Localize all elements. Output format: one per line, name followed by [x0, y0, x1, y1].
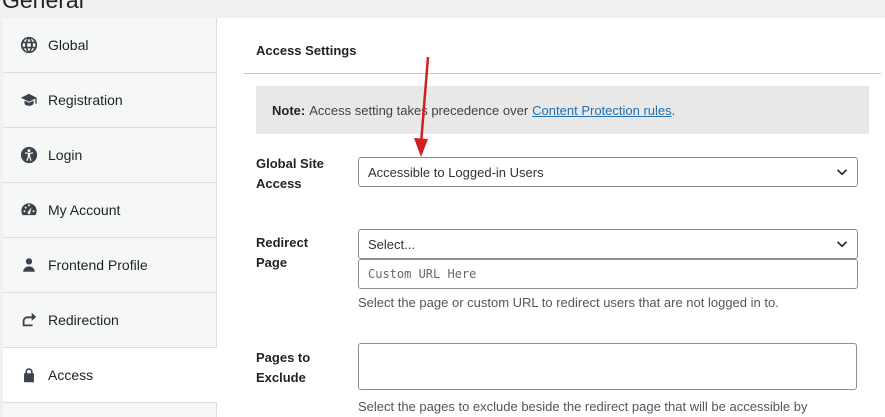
pages-to-exclude-label: Pages to Exclude: [256, 350, 311, 385]
pages-to-exclude-select[interactable]: [358, 343, 857, 390]
notice-text: Access setting takes precedence over: [309, 102, 529, 118]
sidebar-item-label: Redirection: [48, 312, 119, 328]
sidebar-item-label: My Account: [48, 202, 121, 218]
globe-icon: [19, 35, 39, 55]
person-icon: [19, 145, 39, 165]
sidebar-item-login[interactable]: Login: [3, 128, 216, 183]
settings-content: Access Settings Note: Access setting tak…: [217, 18, 885, 417]
redirect-page-label: Redirect Page: [256, 235, 309, 270]
lock-icon: [19, 365, 39, 385]
sidebar-item-redirection[interactable]: Redirection: [3, 293, 216, 348]
user-icon: [19, 255, 39, 275]
notice-label: Note:: [272, 102, 306, 118]
dashboard-icon: [19, 200, 39, 220]
content-protection-link[interactable]: Content Protection rules: [532, 103, 671, 118]
chevron-down-icon: [836, 238, 848, 250]
section-divider: [244, 73, 881, 74]
custom-url-input[interactable]: Custom URL Here: [358, 259, 858, 289]
sidebar-item-frontend-profile[interactable]: Frontend Profile: [3, 238, 216, 293]
redirect-page-select[interactable]: Select...: [358, 229, 858, 259]
global-site-access-value: Accessible to Logged-in Users: [368, 164, 544, 180]
sidebar-item-label: Registration: [48, 92, 123, 108]
sidebar-item-label: Global: [48, 37, 89, 53]
access-notice: Note: Access setting takes precedence ov…: [256, 86, 869, 134]
sidebar-item-label: Login: [48, 147, 83, 163]
settings-sidebar: Global Registration Login My Account Fro…: [3, 18, 217, 417]
chevron-down-icon: [836, 166, 848, 178]
global-site-access-select[interactable]: Accessible to Logged-in Users: [358, 157, 858, 187]
redirect-page-description: Select the page or custom URL to redirec…: [358, 295, 779, 310]
redirect-page-value: Select...: [368, 236, 415, 252]
sidebar-item-my-account[interactable]: My Account: [3, 183, 216, 238]
sidebar-item-global[interactable]: Global: [3, 18, 216, 73]
global-site-access-label: Global Site Access: [256, 156, 324, 191]
pages-to-exclude-description: Select the pages to exclude beside the r…: [358, 399, 808, 414]
sidebar-item-label: Frontend Profile: [48, 257, 148, 273]
sidebar-item-access[interactable]: Access: [3, 348, 217, 403]
notice-end: .: [671, 102, 676, 118]
custom-url-placeholder: Custom URL Here: [368, 267, 477, 281]
graduation-cap-icon: [19, 90, 39, 110]
section-title: Access Settings: [256, 43, 357, 58]
sidebar-item-label: Access: [48, 367, 94, 383]
redirect-arrow-icon: [19, 310, 39, 330]
page-title: General: [2, 0, 84, 13]
sidebar-item-registration[interactable]: Registration: [3, 73, 216, 128]
